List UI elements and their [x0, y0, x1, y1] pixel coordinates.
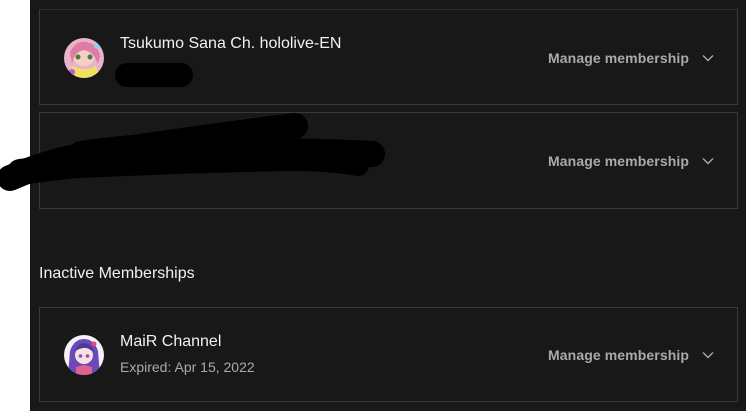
membership-card-mair: MaiR Channel Expired: Apr 15, 2022 Manag…	[39, 307, 738, 402]
manage-membership-button[interactable]: Manage membership	[548, 343, 715, 367]
chevron-down-icon	[702, 352, 714, 359]
redacted-status-mark	[115, 63, 193, 87]
chevron-down-icon	[702, 55, 714, 62]
channel-name[interactable]: Tsukumo Sana Ch. hololive-EN	[120, 35, 341, 53]
manage-membership-button[interactable]: Manage membership	[548, 149, 715, 173]
membership-expiry-status: Expired: Apr 15, 2022	[120, 359, 255, 375]
channel-avatar[interactable]	[64, 335, 104, 375]
manage-membership-label: Manage membership	[548, 347, 689, 363]
channel-avatar[interactable]	[64, 38, 104, 78]
inactive-memberships-heading: Inactive Memberships	[39, 265, 195, 282]
chevron-down-icon	[702, 158, 714, 165]
manage-membership-label: Manage membership	[548, 153, 689, 169]
channel-name[interactable]: MaiR Channel	[120, 333, 221, 351]
redaction-scribble	[0, 113, 385, 191]
membership-card-tsukumo-sana: Tsukumo Sana Ch. hololive-EN Manage memb…	[39, 9, 738, 105]
avatar-tsukumo-sana-icon	[64, 38, 104, 78]
avatar-mair-icon	[64, 335, 104, 375]
manage-membership-button[interactable]: Manage membership	[548, 46, 715, 70]
manage-membership-label: Manage membership	[548, 50, 689, 66]
